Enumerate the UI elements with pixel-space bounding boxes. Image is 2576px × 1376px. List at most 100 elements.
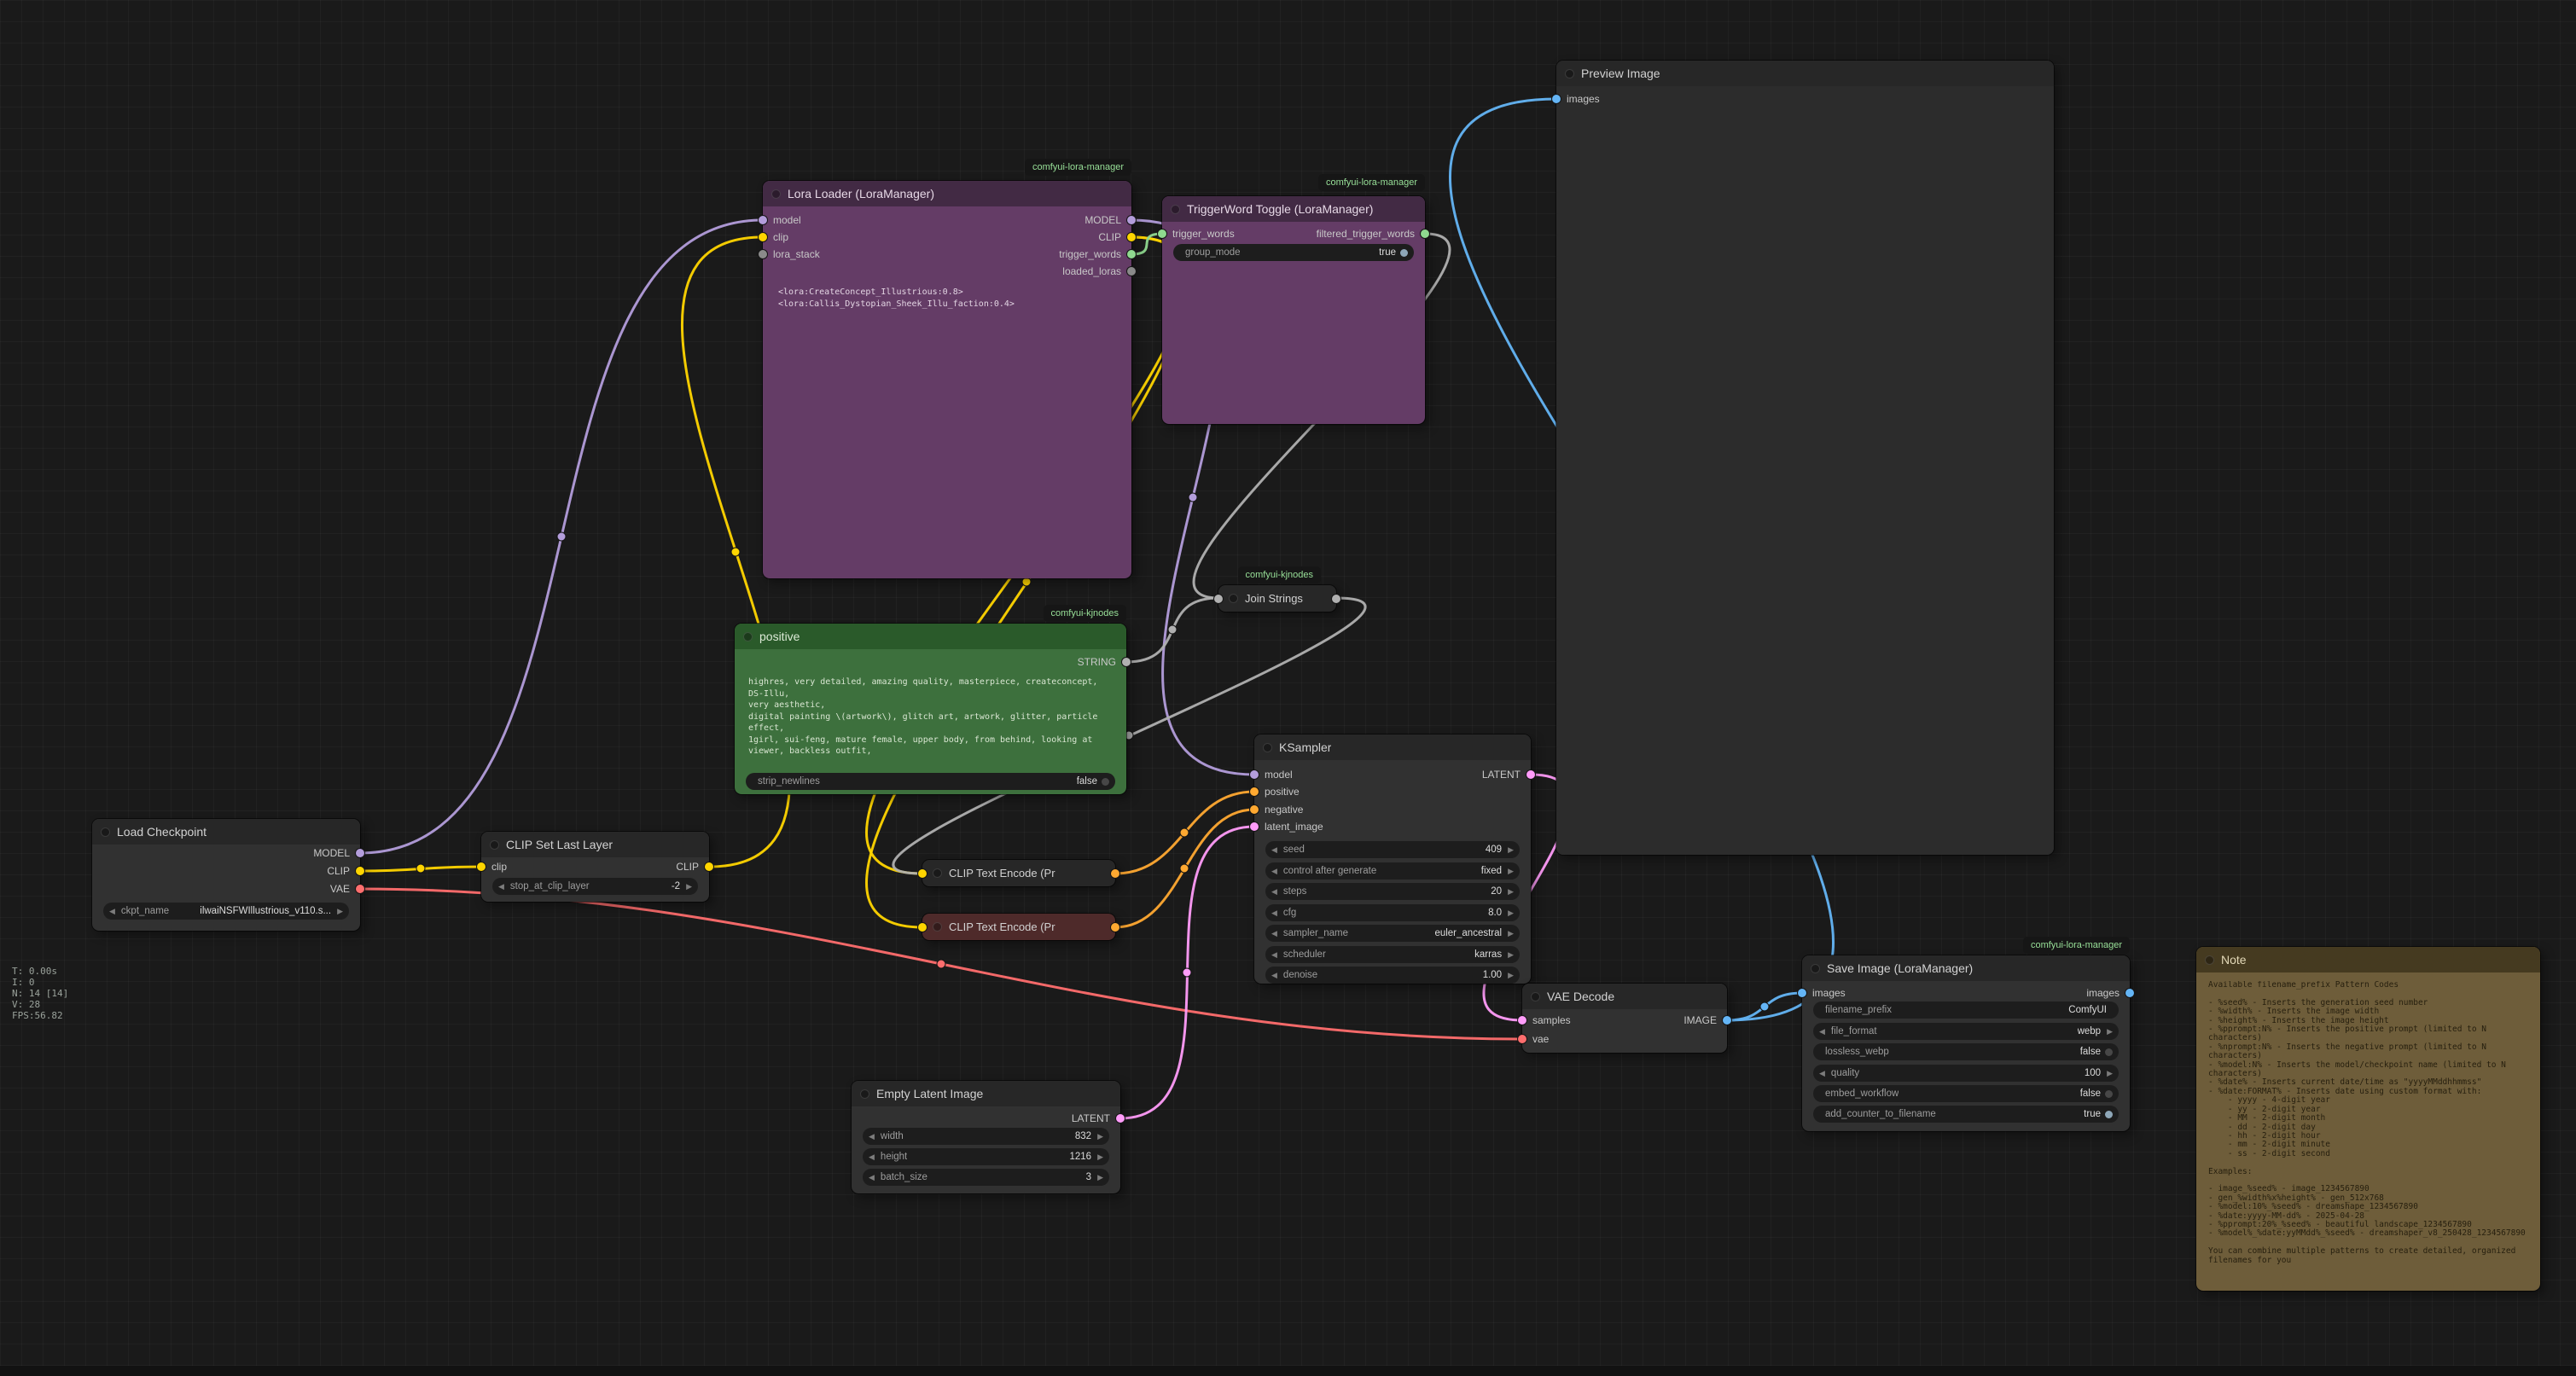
latent-output-dot[interactable] [1526,770,1535,779]
decrement-icon[interactable]: ◀ [1271,972,1277,979]
lora-stack-input-dot[interactable] [759,250,767,258]
positive-input-dot[interactable] [1250,787,1259,796]
loaded-loras-output-dot[interactable] [1127,267,1136,276]
images-output-dot[interactable] [2125,989,2134,997]
widget-batch-size[interactable]: ◀ batch_size 3 ▶ [863,1169,1109,1186]
toggle-indicator-icon[interactable] [2105,1090,2113,1098]
node-load-checkpoint[interactable]: Load Checkpoint MODEL CLIP VAE ◀ ckpt_na… [92,819,360,931]
model-output-dot[interactable] [1127,216,1136,224]
input-slot-samples[interactable]: samples [1518,1012,1571,1029]
node-header[interactable]: VAE Decode [1522,984,1727,1009]
widget-denoise[interactable]: ◀ denoise 1.00 ▶ [1265,967,1520,984]
node-header[interactable]: CLIP Set Last Layer [481,832,709,857]
node-clip-text-encode-negative[interactable]: CLIP Text Encode (Pr [922,914,1115,940]
output-slot-string[interactable]: STRING [1078,653,1131,671]
output-slot-clip[interactable]: CLIP [676,858,713,875]
collapsed-input-dot[interactable] [1214,595,1223,603]
widget-ckpt-name[interactable]: ◀ ckpt_name ilwaiNSFWIllustrious_v110.s.… [103,903,349,920]
widget-control-after-generate[interactable]: ◀ control after generate fixed ▶ [1265,862,1520,880]
next-value-icon[interactable]: ▶ [1508,868,1514,875]
node-clip-text-encode-positive[interactable]: CLIP Text Encode (Pr [922,860,1115,886]
node-empty-latent-image[interactable]: Empty Latent Image LATENT ◀ width 832 ▶ … [852,1081,1120,1193]
prev-value-icon[interactable]: ◀ [1819,1028,1825,1036]
decrement-icon[interactable]: ◀ [1271,909,1277,917]
collapse-toggle-icon[interactable] [743,632,753,642]
input-slot-vae[interactable]: vae [1518,1031,1549,1048]
increment-icon[interactable]: ▶ [2107,1070,2113,1077]
increment-icon[interactable]: ▶ [1508,972,1514,979]
latent-output-dot[interactable] [1116,1114,1125,1123]
collapse-toggle-icon[interactable] [1531,992,1540,1002]
output-slot-latent[interactable]: LATENT [1482,766,1535,783]
decrement-icon[interactable]: ◀ [869,1133,875,1141]
decrement-icon[interactable]: ◀ [1271,888,1277,896]
widget-group-mode[interactable]: group_mode true [1173,244,1414,261]
clip-output-dot[interactable] [356,867,364,875]
collapse-toggle-icon[interactable] [101,827,110,837]
prompt-text[interactable]: highres, very detailed, amazing quality,… [748,676,1116,758]
collapse-toggle-icon[interactable] [933,868,942,878]
prev-value-icon[interactable]: ◀ [1271,868,1277,875]
node-triggerword-toggle[interactable]: TriggerWord Toggle (LoraManager) trigger… [1162,196,1425,424]
prev-value-icon[interactable]: ◀ [109,908,115,915]
collapse-toggle-icon[interactable] [1263,743,1272,752]
node-ksampler[interactable]: KSampler model positive negative latent_… [1254,734,1531,984]
increment-icon[interactable]: ▶ [1097,1174,1103,1182]
trigger-words-output-dot[interactable] [1127,250,1136,258]
next-value-icon[interactable]: ▶ [1508,951,1514,959]
input-slot-clip[interactable]: clip [759,229,788,246]
toggle-indicator-icon[interactable] [2105,1048,2113,1056]
collapsed-output-dot[interactable] [1111,869,1119,878]
images-input-dot[interactable] [1552,95,1561,103]
increment-icon[interactable]: ▶ [1097,1153,1103,1161]
input-slot-negative[interactable]: negative [1250,801,1303,818]
decrement-icon[interactable]: ◀ [869,1174,875,1182]
collapsed-input-dot[interactable] [918,869,927,878]
widget-strip-newlines[interactable]: strip_newlines false [746,773,1115,790]
output-slot-clip[interactable]: CLIP [1098,229,1136,246]
widget-stop-at-clip-layer[interactable]: ◀ stop_at_clip_layer -2 ▶ [492,878,698,895]
trigger-words-input-dot[interactable] [1158,229,1166,238]
widget-seed[interactable]: ◀ seed 409 ▶ [1265,841,1520,858]
node-note[interactable]: Note Available filename_prefix Pattern C… [2196,947,2540,1291]
model-output-dot[interactable] [356,849,364,857]
collapsed-output-dot[interactable] [1111,923,1119,932]
widget-sampler-name[interactable]: ◀ sampler_name euler_ancestral ▶ [1265,925,1520,942]
collapse-toggle-icon[interactable] [860,1089,869,1099]
node-lora-loader[interactable]: Lora Loader (LoraManager) model clip lor… [763,181,1131,578]
node-vae-decode[interactable]: VAE Decode samples vae IMAGE [1522,984,1727,1053]
node-preview-image[interactable]: Preview Image images [1556,61,2054,855]
decrement-icon[interactable]: ◀ [1819,1070,1825,1077]
decrement-icon[interactable]: ◀ [869,1153,875,1161]
node-positive-prompt[interactable]: positive STRING highres, very detailed, … [735,624,1126,794]
increment-icon[interactable]: ▶ [1508,846,1514,854]
model-input-dot[interactable] [1250,770,1259,779]
image-output-dot[interactable] [1723,1016,1731,1025]
prev-value-icon[interactable]: ◀ [1271,930,1277,938]
node-header[interactable]: TriggerWord Toggle (LoraManager) [1162,196,1425,222]
node-join-strings[interactable]: Join Strings [1218,585,1336,612]
collapsed-input-dot[interactable] [918,923,927,932]
decrement-icon[interactable]: ◀ [498,883,504,891]
clip-output-dot[interactable] [1127,233,1136,241]
collapse-toggle-icon[interactable] [1229,594,1238,603]
clip-input-dot[interactable] [477,862,486,871]
toggle-indicator-icon[interactable] [1102,778,1109,786]
collapse-toggle-icon[interactable] [933,922,942,932]
output-slot-loaded-loras[interactable]: loaded_loras [1062,263,1136,280]
output-slot-images[interactable]: images [2086,984,2134,1002]
widget-height[interactable]: ◀ height 1216 ▶ [863,1148,1109,1165]
latent-input-dot[interactable] [1250,822,1259,831]
node-clip-set-last-layer[interactable]: CLIP Set Last Layer clip CLIP ◀ stop_at_… [481,832,709,902]
widget-width[interactable]: ◀ width 832 ▶ [863,1128,1109,1145]
input-slot-images[interactable]: images [1552,90,1600,107]
comfyui-canvas[interactable]: { "stats": ["T: 0.00s", "I: 0", "N: 14 [… [0,0,2576,1376]
node-header[interactable]: positive [735,624,1126,649]
widget-lossless-webp[interactable]: lossless_webp false [1813,1043,2119,1060]
clip-output-dot[interactable] [705,862,713,871]
filtered-trigger-words-output-dot[interactable] [1421,229,1429,238]
next-value-icon[interactable]: ▶ [2107,1028,2113,1036]
input-slot-images[interactable]: images [1798,984,1846,1002]
collapse-toggle-icon[interactable] [2205,955,2214,965]
negative-input-dot[interactable] [1250,805,1259,814]
